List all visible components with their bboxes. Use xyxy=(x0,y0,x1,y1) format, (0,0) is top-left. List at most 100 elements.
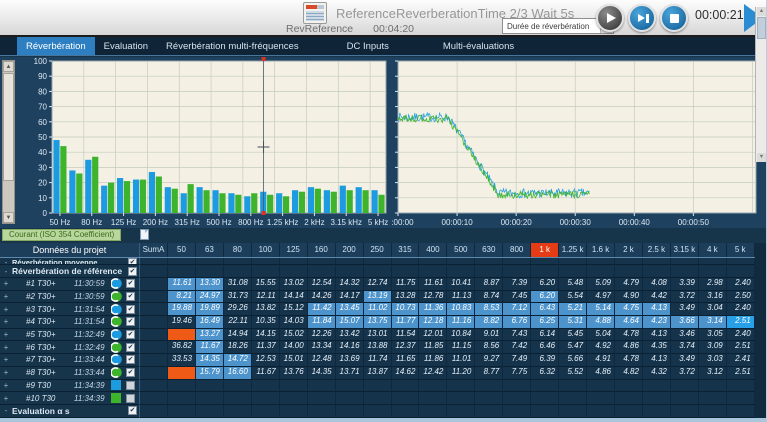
cell-2.5k[interactable] xyxy=(643,405,671,418)
cell-5k[interactable] xyxy=(727,258,755,265)
cell-125[interactable] xyxy=(280,392,308,405)
cell-315[interactable]: 11.54 xyxy=(392,329,420,342)
table-row[interactable]: +#9 T3011:34:39 xyxy=(0,380,755,393)
cell-4k[interactable]: 3.12 xyxy=(699,367,727,380)
cell-800[interactable] xyxy=(503,258,531,265)
row-checkbox[interactable] xyxy=(126,394,135,403)
col-header-3.15k[interactable]: 3.15 k xyxy=(671,243,699,257)
row-expander[interactable]: - xyxy=(0,406,12,415)
cell-630[interactable]: 8.82 xyxy=(475,316,503,329)
cell-2k[interactable]: 4.79 xyxy=(615,278,643,291)
cell-1.6k[interactable]: 4.91 xyxy=(587,354,615,367)
table-row[interactable]: -Réverbération de référence M✔ xyxy=(0,265,755,278)
cell-250[interactable]: 13.87 xyxy=(364,367,392,380)
cell-315[interactable] xyxy=(392,258,420,265)
cell-500[interactable]: 11.13 xyxy=(447,291,475,304)
col-header-500[interactable]: 500 xyxy=(447,243,475,257)
cell-suma[interactable] xyxy=(140,380,168,393)
col-header-1k[interactable]: 1 k xyxy=(531,243,559,257)
cell-4k[interactable]: 3.04 xyxy=(699,303,727,316)
cell-800[interactable]: 7.39 xyxy=(503,278,531,291)
cell-4k[interactable]: 3.14 xyxy=(699,316,727,329)
cell-500[interactable]: 11.16 xyxy=(447,316,475,329)
cell-160[interactable]: 13.34 xyxy=(308,341,336,354)
cell-500[interactable]: 11.01 xyxy=(447,354,475,367)
cell-1.6k[interactable]: 4.97 xyxy=(587,291,615,304)
cell-1k[interactable] xyxy=(531,405,559,418)
cell-50[interactable]: 19.46 xyxy=(168,316,196,329)
cell-630[interactable]: 8.56 xyxy=(475,341,503,354)
cell-2.5k[interactable]: 4.13 xyxy=(643,303,671,316)
stop-button[interactable] xyxy=(660,4,688,32)
cell-630[interactable] xyxy=(475,380,503,393)
cell-1.6k[interactable]: 5.04 xyxy=(587,329,615,342)
cell-3.15k[interactable]: 3.74 xyxy=(671,341,699,354)
cell-63[interactable] xyxy=(196,380,224,393)
scrollbar-thumb[interactable] xyxy=(757,17,766,39)
cell-80[interactable]: 31.73 xyxy=(224,291,252,304)
col-header-63[interactable]: 63 xyxy=(196,243,224,257)
cell-2k[interactable] xyxy=(615,258,643,265)
tab-r-verb-ration[interactable]: Réverbération xyxy=(17,37,95,55)
cell-315[interactable]: 11.75 xyxy=(392,278,420,291)
cell-63[interactable] xyxy=(196,265,224,278)
table-row[interactable]: +#10 T3011:34:39 xyxy=(0,392,755,405)
col-header-400[interactable]: 400 xyxy=(419,243,447,257)
col-header-1.25k[interactable]: 1.25 k xyxy=(559,243,587,257)
cell-2.5k[interactable] xyxy=(643,265,671,278)
cell-1.6k[interactable]: 4.92 xyxy=(587,341,615,354)
cell-125[interactable]: 14.00 xyxy=(280,341,308,354)
cell-125[interactable]: 15.12 xyxy=(280,303,308,316)
cell-400[interactable]: 11.61 xyxy=(419,278,447,291)
cell-50[interactable] xyxy=(168,258,196,265)
row-expander[interactable]: - xyxy=(0,267,12,276)
table-row[interactable]: +#8 T30+11:33:44✔15.7916.6011.6713.7614.… xyxy=(0,367,755,380)
cursor-bottom-marker[interactable] xyxy=(262,211,266,215)
row-checkbox[interactable]: ✔ xyxy=(126,343,135,352)
cell-1.6k[interactable] xyxy=(587,380,615,393)
cell-3.15k[interactable]: 3.49 xyxy=(671,354,699,367)
cell-125[interactable] xyxy=(280,405,308,418)
cell-1.25k[interactable]: 5.45 xyxy=(559,329,587,342)
cell-80[interactable]: 18.26 xyxy=(224,341,252,354)
col-header-100[interactable]: 100 xyxy=(252,243,280,257)
cell-80[interactable] xyxy=(224,265,252,278)
cell-200[interactable]: 13.69 xyxy=(336,354,364,367)
cell-160[interactable] xyxy=(308,265,336,278)
cell-2k[interactable] xyxy=(615,380,643,393)
cell-200[interactable] xyxy=(336,405,364,418)
cell-3.15k[interactable] xyxy=(671,265,699,278)
col-header-800[interactable]: 800 xyxy=(503,243,531,257)
play-button[interactable] xyxy=(596,4,624,32)
cell-125[interactable] xyxy=(280,265,308,278)
col-header-5k[interactable]: 5 k xyxy=(727,243,755,257)
cell-500[interactable]: 11.20 xyxy=(447,367,475,380)
cell-500[interactable] xyxy=(447,380,475,393)
cell-250[interactable]: 12.74 xyxy=(364,278,392,291)
cell-80[interactable]: 14.94 xyxy=(224,329,252,342)
col-header-2k[interactable]: 2 k xyxy=(615,243,643,257)
cell-50[interactable]: 8.21 xyxy=(168,291,196,304)
scroll-down-icon[interactable]: ▼ xyxy=(3,212,14,223)
cell-315[interactable]: 11.65 xyxy=(392,354,420,367)
col-header-1.6k[interactable]: 1.6 k xyxy=(587,243,615,257)
cell-160[interactable]: 14.35 xyxy=(308,367,336,380)
cell-250[interactable]: 13.01 xyxy=(364,329,392,342)
cell-50[interactable] xyxy=(168,405,196,418)
cell-5k[interactable]: 2.51 xyxy=(727,316,755,329)
cell-63[interactable]: 19.89 xyxy=(196,303,224,316)
cell-suma[interactable] xyxy=(140,329,168,342)
cell-2k[interactable] xyxy=(615,392,643,405)
cell-50[interactable]: 36.82 xyxy=(168,341,196,354)
cell-63[interactable]: 24.97 xyxy=(196,291,224,304)
cell-4k[interactable]: 3.16 xyxy=(699,291,727,304)
cell-5k[interactable]: 2.40 xyxy=(727,278,755,291)
cell-400[interactable] xyxy=(419,392,447,405)
row-expander[interactable]: + xyxy=(0,381,12,390)
scrollbar-thumb[interactable] xyxy=(3,73,14,181)
cell-80[interactable] xyxy=(224,258,252,265)
cell-630[interactable] xyxy=(475,258,503,265)
cell-80[interactable]: 22.11 xyxy=(224,316,252,329)
cell-125[interactable] xyxy=(280,258,308,265)
cell-2k[interactable] xyxy=(615,405,643,418)
